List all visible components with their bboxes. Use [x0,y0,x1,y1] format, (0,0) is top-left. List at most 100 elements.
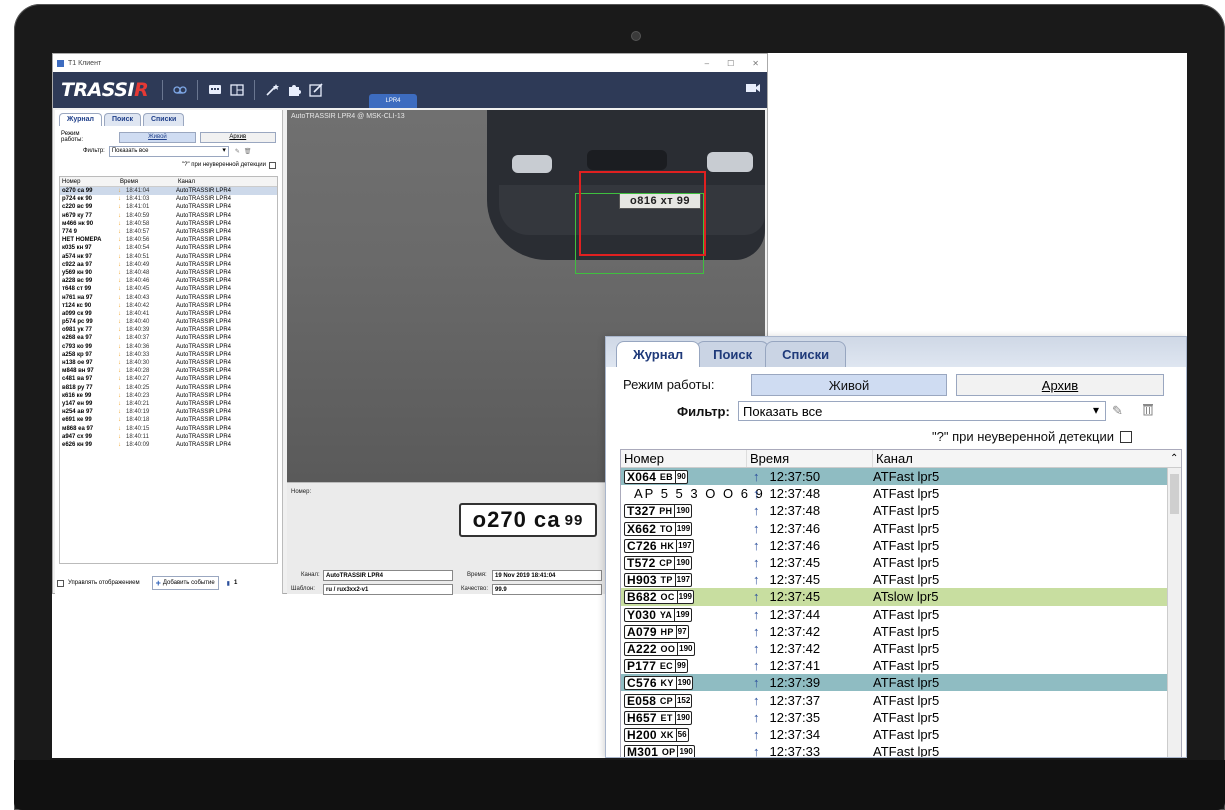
zoom-scrollbar[interactable] [1167,468,1181,757]
zoom-journal-row[interactable]: A222 OO 190 ↑ 12:37:42 ATFast lpr5 [621,640,1181,657]
filter-select[interactable]: Показать все [108,145,229,157]
zoom-live-button[interactable]: Живой [751,374,947,396]
zoom-journal-row[interactable]: X064 EB 90 ↑ 12:37:50 ATFast lpr5 [621,468,1181,486]
zoom-journal-row[interactable]: A079 HP 97 ↑ 12:37:42 ATFast lpr5 [621,623,1181,640]
journal-row[interactable]: в818 ру 77 ↓ 18:40:25 AutoTRASSIR LPR4 [60,384,277,392]
zoom-journal-row[interactable]: H903 TP 197 ↑ 12:37:45 ATFast lpr5 [621,571,1181,588]
journal-row[interactable]: с220 вс 99 ↓ 18:41:01 AutoTRASSIR LPR4 [60,203,277,211]
zoom-row-channel: ATFast lpr5 [873,623,940,639]
journal-row[interactable]: НЕТ НОМЕРА ↓ 18:40:56 AutoTRASSIR LPR4 [60,236,277,244]
col-number[interactable]: Номер [60,179,118,185]
journal-row[interactable]: м868 еа 97 ↓ 18:40:15 AutoTRASSIR LPR4 [60,424,277,432]
zoom-col-time[interactable]: Время [747,450,873,467]
col-time[interactable]: Время [118,179,176,185]
journal-row[interactable]: е691 ке 99 ↓ 18:40:18 AutoTRASSIR LPR4 [60,416,277,424]
scrollbar-thumb[interactable] [1170,474,1179,514]
journal-row[interactable]: е268 еа 97 ↓ 18:40:37 AutoTRASSIR LPR4 [60,334,277,342]
row-number: с481 ва 97 [62,376,93,383]
zoom-journal-row[interactable]: C726 HK 197 ↑ 12:37:46 ATFast lpr5 [621,537,1181,554]
manage-display-checkbox[interactable] [57,579,64,587]
zoom-journal-row[interactable]: M301 OP 190 ↑ 12:37:33 ATFast lpr5 [621,743,1181,757]
zoom-archive-button[interactable]: Архив [956,374,1164,396]
journal-row[interactable]: н254 ав 97 ↓ 18:40:19 AutoTRASSIR LPR4 [60,408,277,416]
journal-row[interactable]: о981 ук 77 ↓ 18:40:39 AutoTRASSIR LPR4 [60,326,277,334]
live-button[interactable]: Живой [119,131,196,143]
journal-row[interactable]: а228 вс 99 ↓ 18:40:46 AutoTRASSIR LPR4 [60,277,277,285]
zoom-tab-search[interactable]: Поиск [696,341,770,367]
zoom-row-number: X064 EB 90 [621,469,747,485]
zoom-uncertain-checkbox[interactable] [1119,430,1132,443]
arrow-down-icon: ↓ [118,269,121,276]
journal-row[interactable]: р574 рс 99 ↓ 18:40:40 AutoTRASSIR LPR4 [60,318,277,326]
toolbar: TRASSIR LPR4 [53,72,767,108]
zoom-col-number[interactable]: Номер [621,450,747,467]
journal-row[interactable]: у569 кн 90 ↓ 18:40:48 AutoTRASSIR LPR4 [60,269,277,277]
tab-lists[interactable]: Списки [143,113,185,126]
journal-row[interactable]: а574 нк 97 ↓ 18:40:51 AutoTRASSIR LPR4 [60,253,277,261]
maximize-button[interactable]: ☐ [727,59,734,68]
journal-row[interactable]: р724 ек 90 ↓ 18:41:03 AutoTRASSIR LPR4 [60,195,277,203]
uncertain-checkbox[interactable] [269,161,276,169]
zoom-journal-row[interactable]: Y030 YA 199 ↑ 12:37:44 ATFast lpr5 [621,606,1181,623]
zoom-journal-row[interactable]: AP 5 5 3 O O 6 9 ↑ 12:37:48 ATFast lpr5 [621,485,1181,502]
magic-wand-icon[interactable] [261,79,283,101]
journal-row[interactable]: к616 ке 99 ↓ 18:40:23 AutoTRASSIR LPR4 [60,392,277,400]
time-label: Время: [467,572,487,578]
journal-row[interactable]: н679 ку 77 ↓ 18:40:59 AutoTRASSIR LPR4 [60,212,277,220]
voicemail-icon[interactable] [169,79,191,101]
journal-row[interactable]: с793 ко 99 ↓ 18:40:36 AutoTRASSIR LPR4 [60,343,277,351]
journal-row[interactable]: с922 аа 97 ↓ 18:40:49 AutoTRASSIR LPR4 [60,261,277,269]
minimize-button[interactable]: – [705,59,709,68]
arrow-up-icon: ↑ [753,469,760,485]
zoom-journal-row[interactable]: C576 KY 190 ↑ 12:37:39 ATFast lpr5 [621,674,1181,692]
tab-journal[interactable]: Журнал [59,113,102,126]
zoom-journal-row[interactable]: H657 ET 190 ↑ 12:37:35 ATFast lpr5 [621,709,1181,726]
journal-row[interactable]: м466 нк 90 ↓ 18:40:58 AutoTRASSIR LPR4 [60,220,277,228]
journal-row[interactable]: у147 ен 99 ↓ 18:40:21 AutoTRASSIR LPR4 [60,400,277,408]
zoom-tab-lists[interactable]: Списки [765,341,847,367]
layout-icon[interactable] [226,79,248,101]
puzzle-icon[interactable] [283,79,305,101]
journal-row[interactable]: к035 кн 97 ↓ 18:40:54 AutoTRASSIR LPR4 [60,244,277,252]
journal-row[interactable]: м848 вн 97 ↓ 18:40:28 AutoTRASSIR LPR4 [60,367,277,375]
chat-icon[interactable] [204,79,226,101]
zoom-row-number: P177 EC 99 [621,658,747,674]
journal-row[interactable]: т124 кс 90 ↓ 18:40:42 AutoTRASSIR LPR4 [60,302,277,310]
journal-row[interactable]: н138 ое 97 ↓ 18:40:30 AutoTRASSIR LPR4 [60,359,277,367]
arrow-up-icon: ↑ [753,572,760,588]
journal-row[interactable]: н761 на 97 ↓ 18:40:43 AutoTRASSIR LPR4 [60,293,277,301]
zoom-journal-row[interactable]: B682 OC 199 ↑ 12:37:45 ATslow lpr5 [621,588,1181,606]
chevron-up-icon[interactable]: ⌃ [1167,450,1181,467]
close-button[interactable]: ✕ [752,59,759,68]
zoom-journal-row[interactable]: E058 CP 152 ↑ 12:37:37 ATFast lpr5 [621,691,1181,708]
zoom-journal-row[interactable]: T572 CP 190 ↑ 12:37:45 ATFast lpr5 [621,554,1181,571]
edit-window-icon[interactable] [305,79,327,101]
zoom-journal-row[interactable]: H200 XK 56 ↑ 12:37:34 ATFast lpr5 [621,726,1181,743]
journal-row[interactable]: а947 сх 99 ↓ 18:40:11 AutoTRASSIR LPR4 [60,433,277,441]
tab-search[interactable]: Поиск [103,113,141,126]
tab-lpr4[interactable]: LPR4 [369,94,417,108]
journal-row[interactable]: о270 са 99 ↓ 18:41:04 AutoTRASSIR LPR4 [60,187,277,196]
zoom-pencil-icon[interactable]: ✎ [1112,403,1123,419]
zoom-journal-row[interactable]: X662 TO 199 ↑ 12:37:46 ATFast lpr5 [621,520,1181,537]
zoom-filter-select[interactable]: Показать все ▾ [738,401,1106,421]
journal-row[interactable]: е626 кн 99 ↓ 18:40:09 AutoTRASSIR LPR4 [60,441,277,449]
journal-row[interactable]: а099 ск 99 ↓ 18:40:41 AutoTRASSIR LPR4 [60,310,277,318]
journal-row[interactable]: с481 ва 97 ↓ 18:40:27 AutoTRASSIR LPR4 [60,375,277,383]
pencil-icon[interactable]: ✎ [235,148,240,155]
archive-button[interactable]: Архив [199,131,276,143]
zoom-col-channel[interactable]: Канал [873,450,1167,467]
zoom-journal-row[interactable]: P177 EC 99 ↑ 12:37:41 ATFast lpr5 [621,657,1181,674]
journal-row[interactable]: т648 ст 99 ↓ 18:40:45 AutoTRASSIR LPR4 [60,285,277,293]
arrow-down-icon: ↓ [118,376,121,383]
zoom-trash-icon[interactable] [1140,401,1156,417]
col-channel[interactable]: Канал [176,179,277,185]
database-icon[interactable]: ▮ [227,580,230,587]
add-event-button[interactable]: + Добавить событие [151,576,219,590]
video-camera-icon[interactable] [745,81,761,95]
zoom-journal-row[interactable]: T327 PH 190 ↑ 12:37:48 ATFast lpr5 [621,502,1181,519]
zoom-tab-journal[interactable]: Журнал [616,341,701,367]
journal-row[interactable]: а258 кр 97 ↓ 18:40:33 AutoTRASSIR LPR4 [60,351,277,359]
journal-row[interactable]: 774 9 ↓ 18:40:57 AutoTRASSIR LPR4 [60,228,277,236]
trash-icon[interactable]: 🗑 [244,148,252,155]
